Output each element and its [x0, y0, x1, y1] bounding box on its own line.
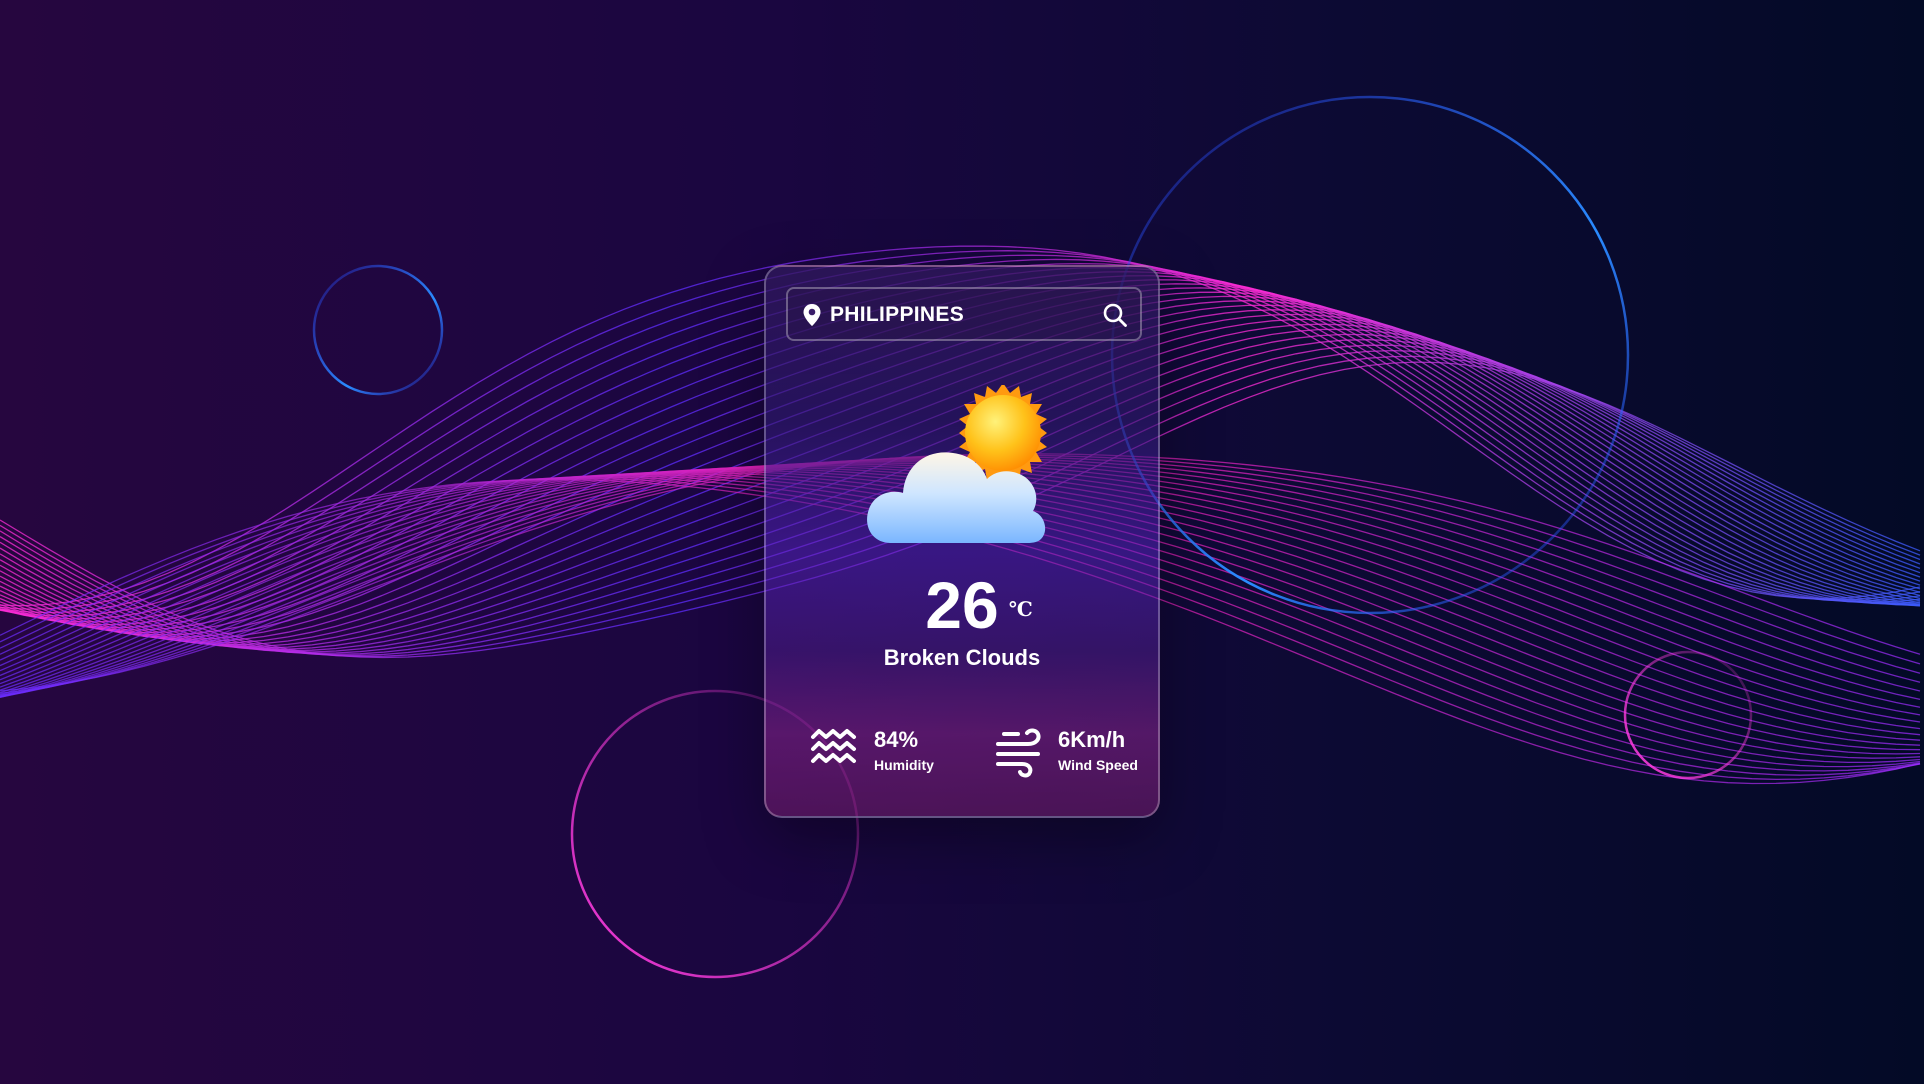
wind-stat: 6Km/h Wind Speed — [994, 722, 1154, 782]
humidity-stat: 84% Humidity — [810, 722, 960, 782]
search-icon[interactable] — [1102, 302, 1128, 328]
weather-description: Broken Clouds — [883, 645, 1041, 670]
temperature-unit: ℃ — [1008, 597, 1033, 621]
temperature-value: 26 — [925, 568, 999, 642]
wind-label: Wind Speed — [1058, 757, 1138, 773]
temperature-display: 26 ℃ — [766, 570, 1158, 640]
cloud-sun-icon — [867, 385, 1047, 543]
weather-card: PHILIPPINES 26 ℃ Broken Clouds 84% Humid… — [764, 265, 1160, 818]
decor-ring — [312, 264, 444, 396]
waves-icon — [811, 729, 856, 763]
location-value[interactable]: PHILIPPINES — [830, 303, 964, 327]
location-pin-icon — [803, 304, 821, 326]
wind-icon — [996, 728, 1041, 778]
humidity-value: 84% — [874, 727, 919, 752]
humidity-label: Humidity — [874, 757, 934, 773]
location-search-field[interactable]: PHILIPPINES — [786, 287, 1142, 341]
wind-value: 6Km/h — [1058, 727, 1126, 752]
